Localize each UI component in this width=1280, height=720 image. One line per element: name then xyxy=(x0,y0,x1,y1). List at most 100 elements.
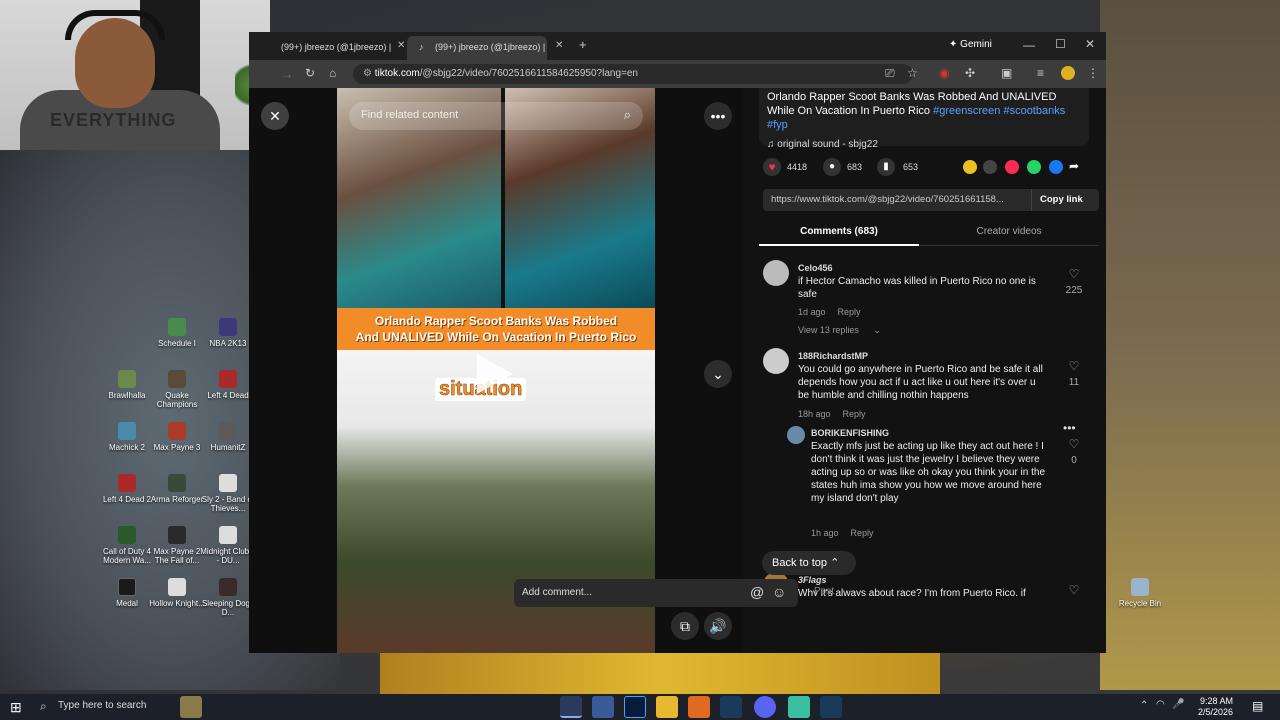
hashtag[interactable]: #fyp xyxy=(767,119,788,131)
app-icon[interactable] xyxy=(788,696,810,718)
back-to-top-button[interactable]: Back to top ⌃ xyxy=(762,551,856,575)
reply-button[interactable]: Reply xyxy=(851,528,874,538)
desktop-icon-medal[interactable]: Medal xyxy=(99,578,155,608)
share-link-field[interactable]: https://www.tiktok.com/@sbjg22/video/760… xyxy=(763,189,1099,211)
desktop-icon-brawlhalla[interactable]: Brawlhalla xyxy=(99,370,155,400)
maximize-button[interactable]: ☐ xyxy=(1055,37,1066,51)
reply-button[interactable]: Reply xyxy=(843,409,866,419)
steam-icon[interactable] xyxy=(820,696,842,718)
desktop-icon-sly-2[interactable]: Sly 2 - Band of Thieves... xyxy=(200,474,256,513)
desktop-icon-arma-reforger[interactable]: Arma Reforger xyxy=(149,474,205,504)
desktop-icon-max-payne-2[interactable]: Max Payne 2 The Fall of... xyxy=(149,526,205,565)
tray-chevron-icon[interactable]: ⌃ xyxy=(1140,700,1148,711)
file-explorer-icon[interactable] xyxy=(656,696,678,718)
extensions-puzzle-icon[interactable]: ✣ xyxy=(965,66,975,80)
desktop-icon-humanitz[interactable]: HumanitZ xyxy=(200,422,256,452)
hashtag[interactable]: #scootbanks xyxy=(1003,105,1065,117)
desktop-icon-hollow-knight[interactable]: Hollow Knight... xyxy=(149,578,205,608)
send-icon[interactable] xyxy=(1005,160,1019,174)
copy-link-button[interactable]: Copy link xyxy=(1031,189,1099,211)
embed-icon[interactable] xyxy=(983,160,997,174)
desktop-icon-recycle-bin[interactable]: Recycle Bin xyxy=(1112,578,1168,608)
cast-icon[interactable]: ⎚ xyxy=(885,66,895,81)
tab-close-icon[interactable]: ✕ xyxy=(555,40,563,51)
extension-icon[interactable]: ◉ xyxy=(939,66,949,80)
reply-button[interactable]: Reply xyxy=(838,307,861,317)
emoji-icon[interactable]: ☺ xyxy=(772,584,786,600)
tab-search-icon[interactable]: ▣ xyxy=(1001,66,1012,80)
url-input[interactable]: ⚙ tiktok.com/@sbjg22/video/7602516611584… xyxy=(353,64,913,84)
desktop-icon-sleeping-dogs[interactable]: Sleeping Dogs D... xyxy=(200,578,256,617)
avatar[interactable] xyxy=(787,426,805,444)
tab-close-icon[interactable]: ✕ xyxy=(397,40,405,51)
tab-tiktok-1[interactable]: (99+) jbreezo (@1jbreezo) | Tik... xyxy=(253,36,393,60)
coin-icon[interactable] xyxy=(963,160,977,174)
forward-icon[interactable]: → xyxy=(281,67,293,81)
desktop-icon-max-payne-3[interactable]: Max Payne 3 xyxy=(149,422,205,452)
gemini-button[interactable]: ✦ Gemini xyxy=(949,39,992,50)
volume-icon[interactable]: 🔊 xyxy=(704,612,732,640)
close-video-icon[interactable]: ✕ xyxy=(261,102,289,130)
sound-link[interactable]: ♫ original sound - sbjg22 xyxy=(767,138,1081,152)
new-tab-button[interactable]: + xyxy=(579,37,587,52)
add-comment-input[interactable]: Add comment... @ ☺ xyxy=(514,579,798,607)
desktop-icon-schedule-i[interactable]: Schedule I xyxy=(149,318,205,348)
desktop-icon-midnight-club-3[interactable]: Midnight Club 3 - DU... xyxy=(200,526,256,565)
taskbar-clock[interactable]: 9:28 AM 2/5/2026 xyxy=(1198,696,1233,718)
post-button[interactable]: Post xyxy=(814,586,834,597)
avatar[interactable] xyxy=(763,260,789,286)
menu-kebab-icon[interactable]: ⋮ xyxy=(1087,66,1099,80)
heart-icon[interactable]: ♥ xyxy=(763,158,781,176)
share-arrow-icon[interactable]: ➦ xyxy=(1069,159,1079,173)
hashtag[interactable]: #greenscreen xyxy=(933,105,1000,117)
tab-tiktok-2[interactable]: ♪ (99+) jbreezo (@1jbreezo) | Tik... xyxy=(407,36,547,60)
photoshop-icon[interactable] xyxy=(624,696,646,718)
minimize-button[interactable]: — xyxy=(1023,38,1035,52)
media-control-icon[interactable]: ≡ xyxy=(1037,66,1044,80)
more-options-icon[interactable]: ••• xyxy=(704,102,732,130)
view-replies-button[interactable]: View 13 replies ⌄ xyxy=(798,324,881,337)
comment-heart-icon[interactable]: ♡ xyxy=(1062,584,1086,597)
widget-icon[interactable] xyxy=(180,696,202,718)
desktop-icon-machick-2[interactable]: Machick 2 xyxy=(99,422,155,452)
comment-heart-icon[interactable]: ♡ xyxy=(1062,438,1086,451)
whatsapp-icon[interactable] xyxy=(1027,160,1041,174)
comment-username[interactable]: Celo456 xyxy=(798,262,833,275)
comment-username[interactable]: BORIKENFISHING xyxy=(811,427,889,440)
wifi-icon[interactable]: ◠ xyxy=(1156,699,1165,710)
windows-start-icon[interactable]: ⊞ xyxy=(10,699,22,716)
reload-icon[interactable]: ↻ xyxy=(305,66,315,80)
notification-icon[interactable]: ▤ xyxy=(1252,699,1263,713)
home-icon[interactable]: ⌂ xyxy=(329,66,336,80)
avatar[interactable] xyxy=(763,348,789,374)
picture-in-picture-icon[interactable]: ⧉ xyxy=(671,612,699,640)
desktop-icon-left-4-dead[interactable]: Left 4 Dead xyxy=(200,370,256,400)
vscode-icon[interactable] xyxy=(592,696,614,718)
brave-icon[interactable] xyxy=(688,696,710,718)
bookmark-icon[interactable]: ▮ xyxy=(877,158,895,176)
comment-heart-icon[interactable]: ♡ xyxy=(1062,268,1086,281)
close-window-button[interactable]: ✕ xyxy=(1085,37,1095,51)
comment-icon[interactable]: ● xyxy=(823,158,841,176)
desktop-icon-nba-2k13[interactable]: NBA 2K13 xyxy=(200,318,256,348)
video-player[interactable]: Orlando Rapper Scoot Banks Was Robbed An… xyxy=(337,88,655,653)
tab-comments[interactable]: Comments (683) xyxy=(759,222,919,246)
profile-avatar[interactable] xyxy=(1061,66,1075,80)
desktop-icon-quake-champions[interactable]: Quake Champions xyxy=(149,370,205,409)
tab-creator-videos[interactable]: Creator videos xyxy=(919,222,1099,237)
desktop-icon-left-4-dead-2[interactable]: Left 4 Dead 2 xyxy=(99,474,155,504)
play-icon[interactable] xyxy=(477,354,513,394)
chrome-icon[interactable] xyxy=(560,696,582,718)
desktop-icon-call-of-duty-4[interactable]: Call of Duty 4 Modern Wa... xyxy=(99,526,155,565)
steam-icon[interactable] xyxy=(720,696,742,718)
mention-icon[interactable]: @ xyxy=(750,584,764,600)
comment-username[interactable]: 188RichardstMP xyxy=(798,350,868,363)
comment-more-icon[interactable]: ••• xyxy=(1063,422,1076,435)
bookmark-star-icon[interactable]: ☆ xyxy=(907,66,918,80)
comment-heart-icon[interactable]: ♡ xyxy=(1062,360,1086,373)
mic-icon[interactable]: 🎤 xyxy=(1172,699,1184,710)
facebook-icon[interactable] xyxy=(1049,160,1063,174)
discord-icon[interactable] xyxy=(754,696,776,718)
find-related-search[interactable]: Find related content ⌕ xyxy=(349,102,643,130)
next-video-chevron-icon[interactable]: ⌄ xyxy=(704,360,732,388)
